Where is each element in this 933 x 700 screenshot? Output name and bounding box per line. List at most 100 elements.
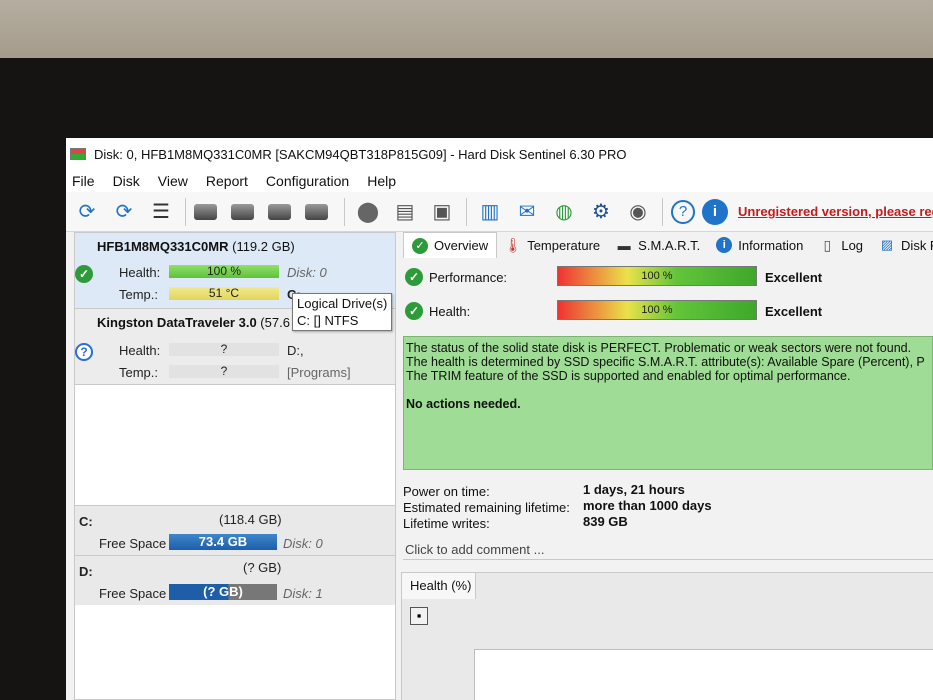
temp-bar: 51 °C [169,287,279,300]
free-space-label: Free Space [99,586,167,601]
health-label: Health: [119,343,161,358]
settings-gear-icon[interactable]: ⚙ [586,197,616,227]
comment-field[interactable]: Click to add comment ... [403,542,933,560]
title-bar: Disk: 0, HFB1M8MQ331C0MR [SAKCM94QBT318P… [66,138,933,170]
disk-details-icon[interactable]: ⬤ [353,197,383,227]
writes-label: Lifetime writes: [403,516,490,531]
disk-number: Disk: 0 [287,265,327,280]
tab-information[interactable]: i Information [708,232,811,258]
health-rating: Excellent [765,304,823,319]
volume-c[interactable]: C: (118.4 GB) Free Space 73.4 GB Disk: 0 [75,505,395,555]
question-icon: ? [75,343,93,361]
tab-log[interactable]: ▯ Log [811,232,871,258]
lifetime-label: Estimated remaining lifetime: [403,500,570,515]
volume-d[interactable]: D: (? GB) Free Space (? GB) Disk: 1 [75,555,395,605]
log-icon: ▯ [823,236,832,253]
power-on-value: 1 days, 21 hours [583,482,685,497]
refresh-warning-icon[interactable]: ⟳ [109,197,139,227]
volume-label: [Programs] [287,365,351,380]
info-icon[interactable]: i [702,198,728,225]
menu-file[interactable]: File [72,173,95,189]
status-message: The status of the solid state disk is PE… [403,336,933,470]
menu-report[interactable]: Report [206,173,248,189]
temp-label: Temp.: [119,365,159,380]
disk-schedule-icon[interactable] [231,197,261,227]
menu-help[interactable]: Help [367,173,396,189]
tab-disk-performance[interactable]: ▨Disk Perfor [871,232,933,258]
disk-name: HFB1M8MQ331C0MR (119.2 GB) [97,239,295,254]
health-label: Health: [119,265,161,280]
unregistered-link[interactable]: Unregistered version, please regis [738,204,933,219]
status-line: No actions needed. [406,397,521,411]
toolbar-separator [344,197,345,226]
health-graph [474,649,933,700]
report-icon[interactable]: ▥ [475,197,505,227]
health-bar: 100 % [557,300,757,320]
save-icon[interactable]: ▪ [410,607,428,625]
smart-icon: ▬ [617,237,631,253]
logical-drives-tooltip: Logical Drive(s) C: [] NTFS [292,293,393,331]
menu-view[interactable]: View [158,173,188,189]
web-update-icon[interactable]: ◍ [549,197,579,227]
volume-size: (? GB) [243,560,282,575]
tab-health-percent[interactable]: Health (%) [402,573,476,599]
disk-list-icon[interactable]: ☰ [146,197,176,227]
details-panel: ✓ Overview 🌡 Temperature ▬ S.M.A.R.T. i Info… [401,232,933,700]
network-drive-icon[interactable]: ▣ [427,197,457,227]
background-wall [0,0,933,62]
volume-disk: Disk: 1 [283,586,323,601]
tooltip-title: Logical Drive(s) [297,296,388,311]
app-logo-icon [70,148,86,160]
email-icon[interactable]: ✉ [512,197,542,227]
sound-icon[interactable]: ◉ [623,197,653,227]
power-on-label: Power on time: [403,484,490,499]
status-line [406,383,930,397]
backup-icon[interactable]: ▤ [390,197,420,227]
volume-size: (118.4 GB) [219,512,282,527]
volume-disk: Disk: 0 [283,536,323,551]
temp-label: Temp.: [119,287,159,302]
info-icon: i [716,237,733,253]
status-line: The status of the solid state disk is PE… [406,341,912,355]
performance-label: Performance: [429,270,508,285]
status-line: The TRIM feature of the SSD is supported… [406,369,851,383]
tab-smart[interactable]: ▬ S.M.A.R.T. [608,232,708,258]
free-space-label: Free Space [99,536,167,551]
help-icon[interactable]: ? [671,199,695,224]
free-space-bar: (? GB) [169,584,277,600]
menu-disk[interactable]: Disk [113,173,140,189]
writes-value: 839 GB [583,514,628,529]
tab-overview[interactable]: ✓ Overview [403,232,498,258]
toolbar: ⟳ ⟳ ☰ ⬤ ▤ ▣ ▥ ✉ ◍ ⚙ ◉ ? i Unregistered v… [66,192,933,232]
disk-surface-test-icon[interactable] [194,197,224,227]
app-window: Disk: 0, HFB1M8MQ331C0MR [SAKCM94QBT318P… [66,138,933,700]
chart-icon: ▨ [880,237,894,252]
menu-bar: File Disk View Report Configuration Help [66,170,933,192]
menu-configuration[interactable]: Configuration [266,173,349,189]
check-icon: ✓ [75,265,93,283]
status-line: The health is determined by SSD specific… [406,355,925,369]
volume-letter: D: [79,564,93,579]
temp-bar: ? [169,365,279,378]
check-icon: ✓ [405,268,423,286]
thermometer-icon: 🌡 [504,236,523,253]
tooltip-detail: C: [] NTFS [297,313,359,328]
health-label: Health: [429,304,471,319]
refresh-icon[interactable]: ⟳ [72,197,102,227]
health-bar: ? [169,343,279,356]
disk-verify-icon[interactable] [268,197,298,227]
disk-search-icon[interactable] [305,197,335,227]
toolbar-separator [466,197,467,226]
volume-letter: C: [79,514,93,529]
check-icon: ✓ [412,237,428,254]
performance-bar: 100 % [557,266,757,286]
check-icon: ✓ [405,302,423,320]
tab-temperature[interactable]: 🌡 Temperature [497,232,608,258]
drive-letter: D:, [287,343,304,358]
health-history-panel: Health (%) ▪ [401,572,933,700]
health-bar: 100 % [169,265,279,278]
toolbar-separator [662,197,663,226]
disk-name: Kingston DataTraveler 3.0 (57.6 [97,315,290,330]
tab-bar: ✓ Overview 🌡 Temperature ▬ S.M.A.R.T. i Info… [403,232,933,258]
lifetime-value: more than 1000 days [583,498,712,513]
